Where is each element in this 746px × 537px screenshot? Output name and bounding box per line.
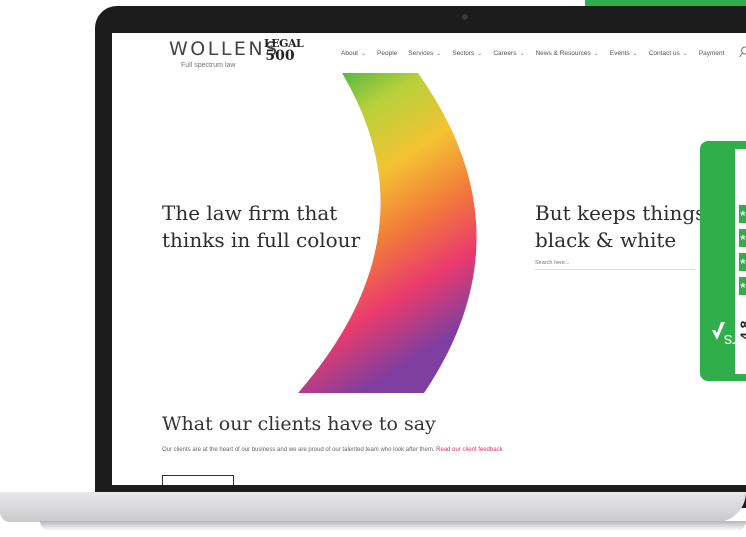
hero-left-line2: thinks in full colour bbox=[162, 228, 361, 252]
testimonials-title: What our clients have to say bbox=[162, 413, 436, 435]
hero-headline-right: But keeps things black & white bbox=[535, 200, 705, 254]
star-icon: ★ bbox=[739, 229, 746, 247]
review-score: 4.8 bbox=[737, 320, 746, 340]
hero-left-line1: The law firm that bbox=[162, 201, 338, 225]
star-rating: ★ ★ ★ ★ bbox=[739, 205, 746, 301]
browser-viewport: WOLLENS Full spectrum law LEGAL 500 Abou… bbox=[112, 33, 746, 485]
webcam bbox=[462, 14, 468, 20]
hero-right-line1: But keeps things bbox=[535, 201, 706, 225]
star-icon: ★ bbox=[739, 253, 746, 271]
hero-right-line2: black & white bbox=[535, 228, 677, 252]
search-input[interactable] bbox=[535, 257, 695, 270]
hero-headline-left: The law firm that thinks in full colour bbox=[162, 200, 360, 254]
star-icon: ★ bbox=[739, 277, 746, 295]
star-icon: ★ bbox=[739, 205, 746, 223]
partial-button[interactable] bbox=[162, 475, 234, 485]
checkmark-icon bbox=[712, 322, 725, 340]
laptop-base bbox=[0, 492, 746, 522]
testimonials-text: Our clients are at the heart of our busi… bbox=[162, 447, 503, 453]
laptop-shadow bbox=[40, 521, 746, 531]
client-feedback-link[interactable]: Read our client feedback bbox=[436, 447, 502, 453]
